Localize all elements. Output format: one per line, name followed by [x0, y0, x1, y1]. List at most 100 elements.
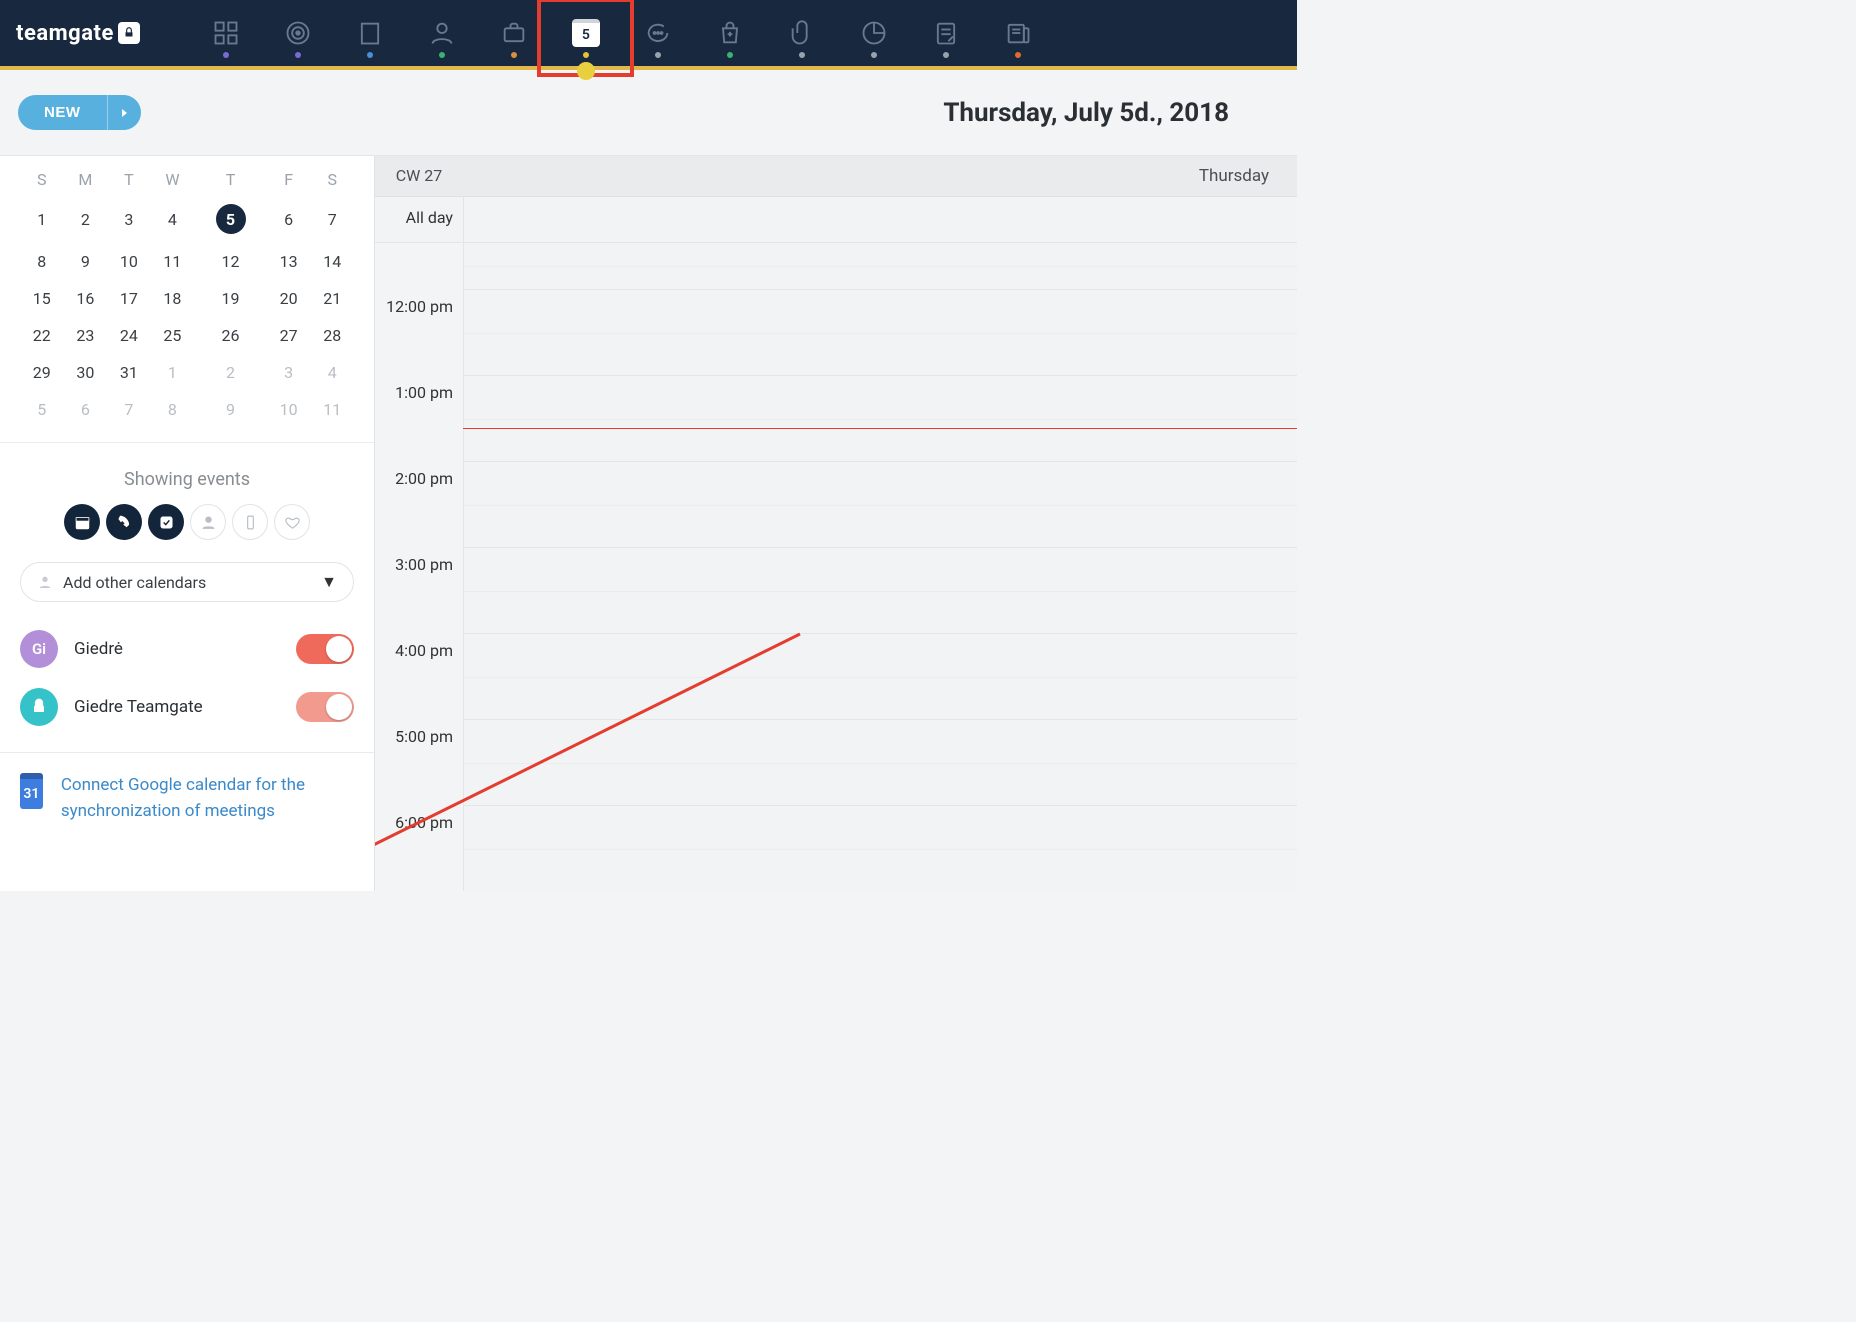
time-row[interactable]: 6:00 pm — [375, 805, 1297, 891]
mini-cal-day[interactable]: 23 — [64, 317, 108, 354]
google-calendar-connect[interactable]: 31 Connect Google calendar for the synch… — [0, 752, 374, 844]
mini-cal-day[interactable]: 9 — [194, 391, 267, 428]
avatar — [20, 688, 58, 726]
mini-cal-day[interactable]: 4 — [310, 354, 354, 391]
nav-target-icon[interactable] — [262, 0, 334, 66]
mini-cal-day[interactable]: 7 — [310, 195, 354, 243]
nav-briefcase-icon[interactable] — [478, 0, 550, 66]
nav-dashboard-icon[interactable] — [190, 0, 262, 66]
google-calendar-link[interactable]: Connect Google calendar for the synchron… — [61, 773, 354, 824]
add-other-calendars-select[interactable]: Add other calendars ▼ — [20, 562, 354, 602]
nav-calendar-icon[interactable]: 5 — [550, 0, 622, 66]
mini-cal-day[interactable]: 5 — [20, 391, 64, 428]
filter-task-icon[interactable] — [148, 504, 184, 540]
filter-calendar-icon[interactable] — [64, 504, 100, 540]
time-cell[interactable] — [463, 633, 1297, 719]
current-time-line — [463, 428, 1297, 429]
mini-cal-day[interactable]: 4 — [151, 195, 195, 243]
mini-cal-day[interactable]: 11 — [151, 243, 195, 280]
mini-cal-day[interactable]: 6 — [64, 391, 108, 428]
mini-cal-day[interactable]: 1 — [20, 195, 64, 243]
filter-person-icon[interactable] — [190, 504, 226, 540]
brand-logo[interactable]: teamgate — [16, 21, 140, 46]
mini-cal-day[interactable]: 1 — [151, 354, 195, 391]
time-cell[interactable] — [463, 375, 1297, 461]
nav-piechart-icon[interactable] — [838, 0, 910, 66]
time-row[interactable]: 2:00 pm — [375, 461, 1297, 547]
mini-cal-day[interactable]: 25 — [151, 317, 195, 354]
mini-calendar[interactable]: SMTWTFS 12345678910111213141516171819202… — [0, 156, 374, 442]
mini-cal-day[interactable]: 17 — [107, 280, 151, 317]
time-label: 6:00 pm — [375, 805, 463, 891]
mini-cal-day[interactable]: 11 — [310, 391, 354, 428]
time-row[interactable]: 3:00 pm — [375, 547, 1297, 633]
time-cell[interactable] — [463, 289, 1297, 375]
time-cell[interactable] — [463, 805, 1297, 891]
calendar-day-label: Thursday — [463, 156, 1297, 196]
google-calendar-icon: 31 — [20, 773, 43, 809]
mini-cal-dow: M — [64, 164, 108, 195]
mini-cal-day[interactable]: 2 — [64, 195, 108, 243]
mini-cal-day[interactable]: 31 — [107, 354, 151, 391]
mini-cal-day[interactable]: 21 — [310, 280, 354, 317]
time-grid[interactable]: 12:00 pm1:00 pm2:00 pm3:00 pm4:00 pm5:00… — [375, 243, 1297, 891]
mini-cal-dow: S — [20, 164, 64, 195]
mini-cal-day[interactable]: 5 — [194, 195, 267, 243]
time-cell[interactable] — [463, 547, 1297, 633]
mini-cal-day[interactable]: 9 — [64, 243, 108, 280]
mini-cal-day[interactable]: 19 — [194, 280, 267, 317]
mini-cal-day[interactable]: 14 — [310, 243, 354, 280]
mini-cal-day[interactable]: 6 — [267, 195, 311, 243]
mini-cal-day[interactable]: 28 — [310, 317, 354, 354]
mini-cal-day[interactable]: 8 — [151, 391, 195, 428]
time-cell[interactable] — [463, 461, 1297, 547]
top-nav: teamgate 5 — [0, 0, 1297, 66]
mini-cal-day[interactable]: 13 — [267, 243, 311, 280]
time-cell[interactable] — [463, 719, 1297, 805]
time-row[interactable]: 5:00 pm — [375, 719, 1297, 805]
filter-phone-icon[interactable] — [106, 504, 142, 540]
nav-dot — [871, 52, 877, 58]
mini-cal-day[interactable]: 3 — [267, 354, 311, 391]
mini-cal-day[interactable]: 30 — [64, 354, 108, 391]
mini-cal-day[interactable]: 10 — [267, 391, 311, 428]
time-label: 12:00 pm — [375, 289, 463, 375]
nav-dot — [1015, 52, 1021, 58]
mini-cal-day[interactable]: 7 — [107, 391, 151, 428]
all-day-row[interactable]: All day — [375, 197, 1297, 243]
mini-cal-day[interactable]: 29 — [20, 354, 64, 391]
mini-cal-day[interactable]: 15 — [20, 280, 64, 317]
mini-cal-day[interactable]: 22 — [20, 317, 64, 354]
filter-heart-icon[interactable] — [274, 504, 310, 540]
mini-cal-day[interactable]: 27 — [267, 317, 311, 354]
mini-cal-day[interactable]: 16 — [64, 280, 108, 317]
time-row[interactable]: 4:00 pm — [375, 633, 1297, 719]
nav-dot — [727, 52, 733, 58]
time-row[interactable]: 12:00 pm — [375, 289, 1297, 375]
nav-dot — [223, 52, 229, 58]
new-button[interactable]: NEW — [18, 95, 107, 130]
calendar-toggle[interactable] — [296, 692, 354, 722]
mini-cal-day[interactable]: 18 — [151, 280, 195, 317]
nav-bag-icon[interactable] — [694, 0, 766, 66]
mini-cal-day[interactable]: 20 — [267, 280, 311, 317]
nav-attachment-icon[interactable] — [766, 0, 838, 66]
nav-person-icon[interactable] — [406, 0, 478, 66]
nav-dot — [439, 52, 445, 58]
nav-news-icon[interactable] — [982, 0, 1054, 66]
time-row[interactable]: 1:00 pm — [375, 375, 1297, 461]
mini-cal-day[interactable]: 3 — [107, 195, 151, 243]
nav-note-icon[interactable] — [910, 0, 982, 66]
mini-cal-day[interactable]: 12 — [194, 243, 267, 280]
mini-cal-day[interactable]: 8 — [20, 243, 64, 280]
filter-mobile-icon[interactable] — [232, 504, 268, 540]
time-label: 3:00 pm — [375, 547, 463, 633]
calendar-toggle[interactable] — [296, 634, 354, 664]
nav-chat-icon[interactable] — [622, 0, 694, 66]
mini-cal-day[interactable]: 10 — [107, 243, 151, 280]
mini-cal-day[interactable]: 26 — [194, 317, 267, 354]
new-button-dropdown[interactable] — [107, 95, 141, 130]
mini-cal-day[interactable]: 2 — [194, 354, 267, 391]
nav-building-icon[interactable] — [334, 0, 406, 66]
mini-cal-day[interactable]: 24 — [107, 317, 151, 354]
